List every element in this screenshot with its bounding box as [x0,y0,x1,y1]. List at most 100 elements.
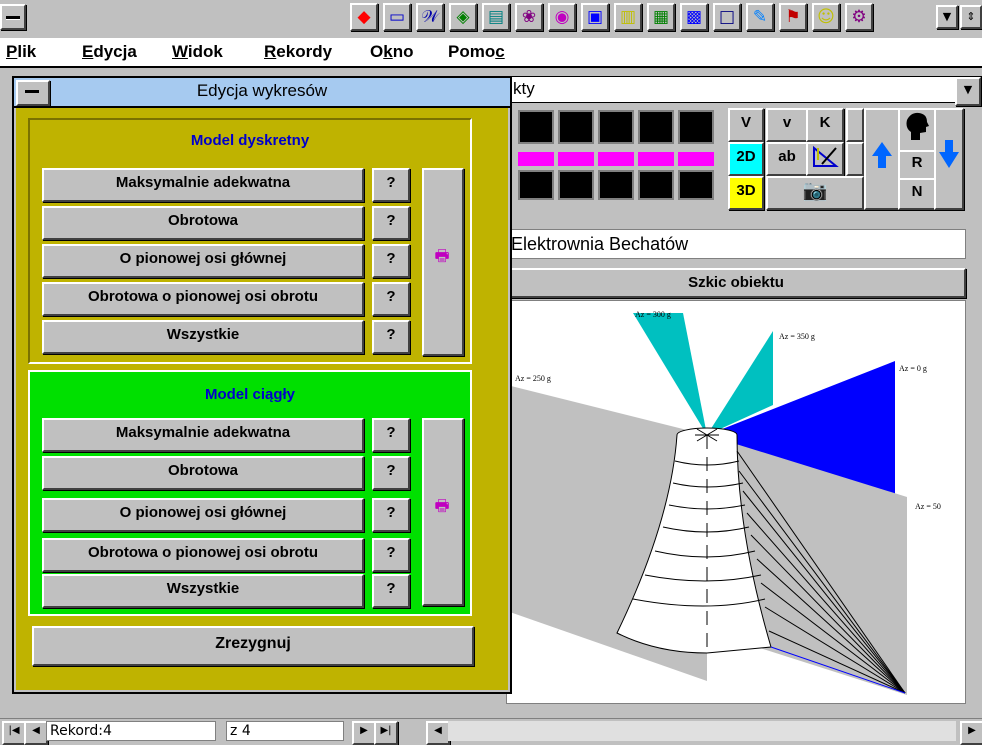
settings-icon[interactable]: ⚙ [845,3,873,31]
continuous-rotational-button[interactable]: Obrotowa [42,456,364,490]
color-swatch[interactable] [558,170,594,200]
binoculars-icon[interactable]: ⚑ [779,3,807,31]
next-record-button[interactable]: ▶ [352,721,376,745]
color-swatch[interactable] [518,110,554,144]
menu-edycja[interactable]: Edycja [82,42,137,62]
pattern-icon[interactable]: ❀ [515,3,543,31]
discrete-help-button[interactable]: ? [372,244,410,278]
smiley-icon[interactable]: ☺ [812,3,840,31]
image-icon[interactable]: ▣ [581,3,609,31]
magenta-line-swatch[interactable] [638,152,674,166]
discrete-max-adequate-button[interactable]: Maksymalnie adekwatna [42,168,364,202]
view-2d-button[interactable]: 2D [728,142,764,176]
first-record-button[interactable]: |◀ [2,721,26,745]
continuous-rotational-vertical-axis-button[interactable]: Obrotowa o pionowej osi obrotu [42,538,364,572]
last-record-button[interactable]: ▶| [374,721,398,745]
menu-pomoc[interactable]: Pomoc [448,42,505,62]
system-menu-button[interactable] [0,4,26,30]
view-n-button[interactable]: N [898,178,936,210]
color-swatch[interactable] [558,110,594,144]
view-scroll-button[interactable] [846,108,864,142]
notepad-icon[interactable]: ▥ [614,3,642,31]
menu-bar: Plik Edycja Widok Rekordy Okno Pomoc [0,38,982,68]
view-scroll-button[interactable] [846,142,864,176]
view-r-button[interactable]: R [898,150,936,180]
monitor-icon[interactable]: ▭ [383,3,411,31]
menu-widok[interactable]: Widok [172,42,223,62]
color-swatch[interactable] [678,170,714,200]
view-k-button[interactable]: K [806,108,844,142]
color-swatch[interactable] [598,110,634,144]
toolbar-scroll-updown-button[interactable]: ⇕ [960,5,982,29]
scroll-left-button[interactable]: ◀ [426,721,450,745]
previous-record-button[interactable]: ◀ [24,721,48,745]
continuous-help-button[interactable]: ? [372,418,410,452]
magenta-line-swatch[interactable] [678,152,714,166]
edit-icon[interactable]: ✎ [746,3,774,31]
discrete-help-button[interactable]: ? [372,206,410,240]
head-profile-icon[interactable] [898,108,936,152]
discrete-vertical-main-axis-button[interactable]: O pionowej osi głównej [42,244,364,278]
continuous-print-button[interactable]: 🖶 [422,418,464,606]
menu-rekordy[interactable]: Rekordy [264,42,332,62]
sketch-canvas: Az = 300 g Az = 350 g Az = 250 g Az = 0 … [506,300,966,704]
continuous-help-button[interactable]: ? [372,574,410,608]
menu-plik[interactable]: Plik [6,42,36,62]
stop-icon[interactable]: ◆ [350,3,378,31]
view-v-upper-button[interactable]: V [728,108,764,142]
continuous-help-button[interactable]: ? [372,538,410,572]
sketch-object-button[interactable]: Szkic obiektu [506,268,966,298]
cancel-button[interactable]: Zrezygnuj [32,626,474,666]
discrete-print-button[interactable]: 🖶 [422,168,464,356]
view-ab-button[interactable]: ab [766,142,808,176]
color-swatch[interactable] [638,170,674,200]
world-icon[interactable]: ◈ [449,3,477,31]
continuous-model-group: Model ciągły Maksymalnie adekwatna ? Obr… [28,370,472,616]
record-number: 4 [103,723,112,739]
object-combo[interactable]: kty ▼ [506,76,982,106]
discrete-help-button[interactable]: ? [372,168,410,202]
discrete-help-button[interactable]: ? [372,320,410,354]
label-az0: Az = 0 g [899,364,927,373]
object-title-field[interactable]: Elektrownia Bechatów [506,229,966,259]
magenta-line-swatch[interactable] [558,152,594,166]
color-swatch[interactable] [598,170,634,200]
magenta-line-swatch[interactable] [518,152,554,166]
arrow-up-button[interactable] [864,108,900,210]
horizontal-scrollbar[interactable] [448,721,956,741]
record-label: Rekord: [50,723,103,739]
menu-okno[interactable]: Okno [370,42,413,62]
grid-icon[interactable]: ▦ [647,3,675,31]
dialog-body: Model dyskretny Maksymalnie adekwatna ? … [16,108,508,690]
arrow-down-button[interactable] [934,108,964,210]
view-v-lower-button[interactable]: v [766,108,808,142]
scroll-right-button[interactable]: ▶ [960,721,982,745]
chart-icon[interactable]: ▤ [482,3,510,31]
chevron-down-icon[interactable]: ▼ [955,77,981,106]
continuous-vertical-main-axis-button[interactable]: O pionowej osi głównej [42,498,364,532]
continuous-model-title: Model ciągły [204,386,296,403]
window-icon[interactable]: □ [713,3,741,31]
label-az250: Az = 250 g [515,374,551,383]
view-3d-button[interactable]: 3D [728,176,764,210]
object-combo-value: kty [513,79,535,98]
text-style-icon[interactable]: 𝒲 [416,3,444,31]
picture-icon[interactable]: ▩ [680,3,708,31]
color-swatch[interactable] [638,110,674,144]
toolbar-scroll-down-button[interactable]: ▼ [936,5,958,29]
camera-icon[interactable]: 📷 [766,176,864,210]
magenta-line-swatch[interactable] [598,152,634,166]
continuous-help-button[interactable]: ? [372,498,410,532]
continuous-max-adequate-button[interactable]: Maksymalnie adekwatna [42,418,364,452]
record-field[interactable]: Rekord:4 [46,721,216,741]
drafting-icon[interactable] [806,142,844,176]
discrete-help-button[interactable]: ? [372,282,410,316]
palette-icon[interactable]: ◉ [548,3,576,31]
discrete-all-button[interactable]: Wszystkie [42,320,364,354]
continuous-help-button[interactable]: ? [372,456,410,490]
color-swatch[interactable] [518,170,554,200]
discrete-rotational-vertical-axis-button[interactable]: Obrotowa o pionowej osi obrotu [42,282,364,316]
color-swatch[interactable] [678,110,714,144]
discrete-rotational-button[interactable]: Obrotowa [42,206,364,240]
continuous-all-button[interactable]: Wszystkie [42,574,364,608]
